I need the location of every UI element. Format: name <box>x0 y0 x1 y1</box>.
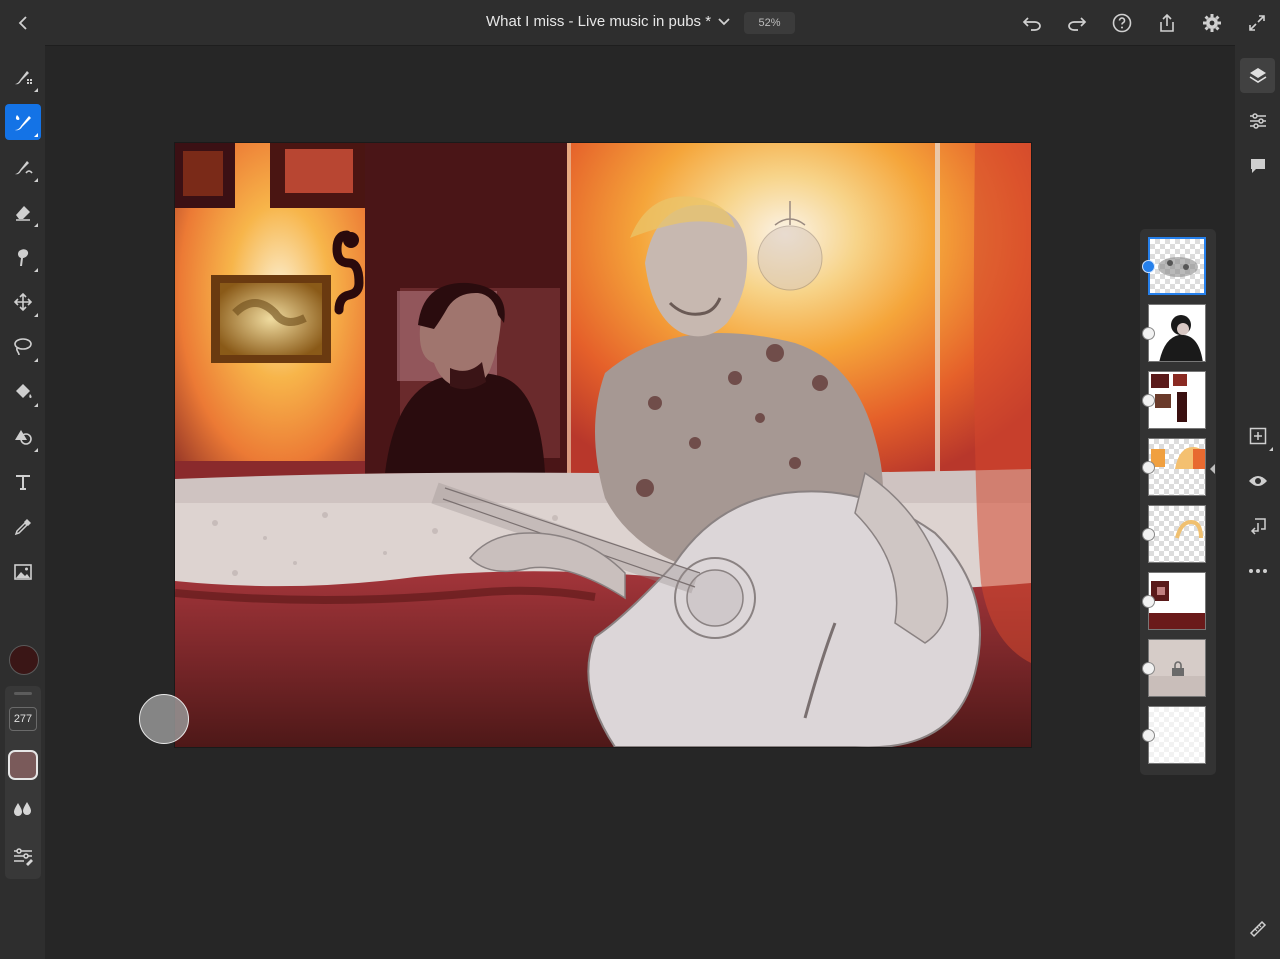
move-icon <box>13 292 33 312</box>
layer-thumbnail[interactable] <box>1148 438 1206 496</box>
comment-icon <box>1250 158 1265 173</box>
eyedropper-icon <box>14 519 31 536</box>
layer-visibility-toggle[interactable] <box>1142 729 1155 742</box>
redo-icon <box>1068 17 1087 31</box>
lasso-select-tool[interactable] <box>5 329 41 365</box>
chevron-left-icon <box>18 16 27 30</box>
layer-visibility-toggle[interactable] <box>1142 528 1155 541</box>
add-layer-button[interactable] <box>1240 418 1275 453</box>
layer-thumbnail-locked[interactable] <box>1148 639 1206 697</box>
place-image-tool[interactable] <box>5 554 41 590</box>
layer-thumbnail[interactable] <box>1148 304 1206 362</box>
top-bar: What I miss - Live music in pubs * 52% <box>0 0 1280 46</box>
eraser-tool[interactable] <box>5 194 41 230</box>
lasso-icon <box>14 338 32 356</box>
shapes-tool[interactable] <box>5 419 41 455</box>
ruler-button[interactable] <box>1240 911 1275 946</box>
brush-settings-button[interactable] <box>11 844 35 868</box>
comments-button[interactable] <box>1240 148 1275 183</box>
layer-thumbnail[interactable] <box>1148 371 1206 429</box>
ruler-icon <box>1249 920 1266 937</box>
brush-settings-icon <box>14 848 33 866</box>
brush-settings-panel: 277 <box>5 686 41 879</box>
document-title[interactable]: What I miss - Live music in pubs * <box>486 13 711 30</box>
right-rail <box>1235 45 1280 959</box>
smudge-tool[interactable] <box>5 239 41 275</box>
fullscreen-button[interactable] <box>1242 8 1272 38</box>
layer-thumbnail[interactable] <box>1148 505 1206 563</box>
layer-thumbnail[interactable] <box>1148 237 1206 295</box>
artwork-canvas[interactable] <box>175 143 1031 747</box>
share-button[interactable] <box>1152 8 1182 38</box>
layer-visibility-toggle[interactable] <box>1142 260 1155 273</box>
live-brush-tool[interactable] <box>5 104 41 140</box>
settings-button[interactable] <box>1197 8 1227 38</box>
lock-icon <box>1172 661 1184 676</box>
back-button[interactable] <box>8 8 38 38</box>
eyedropper-tool[interactable] <box>5 509 41 545</box>
paint-bucket-icon <box>16 384 32 398</box>
layers-icon <box>1249 67 1266 83</box>
layer-visibility-toggle[interactable] <box>1142 327 1155 340</box>
pixel-brush-icon <box>15 71 32 85</box>
brush-opacity-swatch[interactable] <box>8 750 38 780</box>
zoom-level[interactable]: 52% <box>744 12 795 34</box>
chevron-down-icon <box>718 18 730 26</box>
layer-visibility-toggle[interactable] <box>1142 595 1155 608</box>
brush-size[interactable]: 277 <box>9 707 37 731</box>
layer-visibility-toggle[interactable] <box>1142 662 1155 675</box>
layers-panel <box>1140 229 1216 775</box>
smudge-icon <box>18 249 29 266</box>
help-icon <box>1112 13 1132 33</box>
fullscreen-icon <box>1249 15 1265 31</box>
settings-icon <box>1203 14 1221 32</box>
layer-visibility-toggle[interactable] <box>1142 461 1155 474</box>
water-drops-icon <box>14 802 31 816</box>
layers-collapse-arrow[interactable] <box>1210 464 1215 474</box>
more-options-button[interactable] <box>1240 553 1275 588</box>
more-icon <box>1248 568 1267 573</box>
layer-actions-button[interactable] <box>1240 508 1275 543</box>
pixel-brush-tool[interactable] <box>5 59 41 95</box>
help-button[interactable] <box>1107 8 1137 38</box>
text-icon <box>16 475 30 490</box>
mixer-brush-icon <box>15 161 33 175</box>
properties-icon <box>1249 112 1266 129</box>
share-icon <box>1160 13 1174 32</box>
layer-thumbnail[interactable] <box>1148 706 1206 764</box>
image-icon <box>14 564 32 580</box>
visibility-button[interactable] <box>1240 463 1275 498</box>
text-tool[interactable] <box>5 464 41 500</box>
live-brush-icon <box>15 115 31 131</box>
layer-thumbnail[interactable] <box>1148 572 1206 630</box>
left-toolbar: 277 <box>0 45 45 959</box>
eraser-icon <box>16 206 30 221</box>
water-flow-button[interactable] <box>11 797 35 821</box>
layers-button[interactable] <box>1240 58 1275 93</box>
brush-cursor <box>139 694 189 744</box>
add-layer-icon <box>1249 427 1266 444</box>
eye-icon <box>1248 475 1267 486</box>
undo-icon <box>1022 17 1041 31</box>
fill-tool[interactable] <box>5 374 41 410</box>
title-menu-button[interactable] <box>714 11 734 33</box>
properties-button[interactable] <box>1240 103 1275 138</box>
mixer-brush-tool[interactable] <box>5 149 41 185</box>
transform-tool[interactable] <box>5 284 41 320</box>
shapes-icon <box>15 430 32 445</box>
merge-down-icon <box>1250 517 1266 535</box>
color-swatch[interactable] <box>9 645 39 675</box>
redo-button[interactable] <box>1062 8 1092 38</box>
panel-handle[interactable] <box>14 692 32 695</box>
layer-visibility-toggle[interactable] <box>1142 394 1155 407</box>
artwork-image <box>175 143 1031 747</box>
undo-button[interactable] <box>1017 8 1047 38</box>
